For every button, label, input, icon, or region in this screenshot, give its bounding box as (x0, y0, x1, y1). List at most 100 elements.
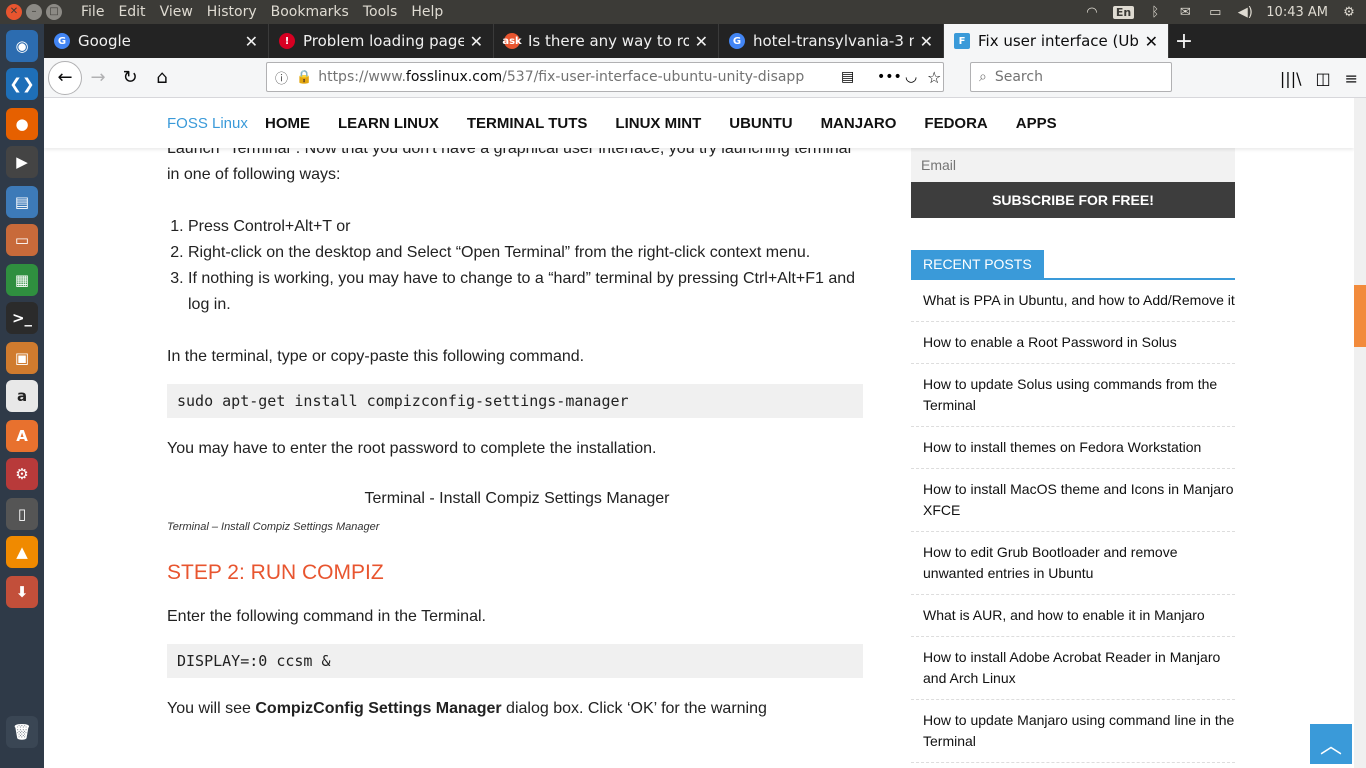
email-field[interactable] (911, 148, 1235, 182)
reader-view-icon[interactable]: ▤ (841, 69, 854, 85)
forward-button[interactable]: → (82, 62, 114, 94)
vlc-icon[interactable]: ▲ (6, 536, 38, 568)
nav-fedora[interactable]: FEDORA (924, 115, 987, 132)
bookmark-star-icon[interactable]: ☆ (927, 68, 941, 87)
vscode-icon[interactable]: ❮❯ (6, 68, 38, 100)
menu-file[interactable]: File (74, 4, 111, 20)
volume-icon[interactable]: ◀) (1236, 5, 1254, 20)
back-button[interactable]: ← (48, 60, 82, 95)
installer-icon[interactable]: ⬇ (6, 576, 38, 608)
nav-learn-linux[interactable]: LEARN LINUX (338, 115, 439, 132)
system-settings-icon[interactable]: ⚙ (6, 458, 38, 490)
site-menu: HOME LEARN LINUX TERMINAL TUTS LINUX MIN… (265, 115, 1057, 132)
keyboard-layout-indicator[interactable]: En (1112, 5, 1135, 19)
close-tab-icon[interactable]: ✕ (695, 32, 708, 51)
info-icon[interactable]: ⓘ (275, 68, 288, 87)
tab-hotel-transylvania[interactable]: G hotel-transylvania-3 net ✕ (719, 24, 944, 58)
fosslinux-icon: F (954, 33, 970, 49)
subscribe-button[interactable]: SUBSCRIBE FOR FREE! (911, 182, 1235, 218)
dash-icon[interactable]: ◉ (6, 30, 38, 62)
recent-post-link[interactable]: How to install themes on Fedora Workstat… (911, 427, 1235, 469)
close-tab-icon[interactable]: ✕ (470, 32, 483, 51)
url-text[interactable]: https://www.fosslinux.com/537/fix-user-i… (318, 69, 828, 85)
maximize-window-icon[interactable]: □ (46, 4, 62, 20)
tab-fix-user-interface[interactable]: F Fix user interface (Ubunt ✕ (944, 24, 1169, 58)
presentation-icon[interactable]: ▣ (6, 342, 38, 374)
close-tab-icon[interactable]: ✕ (245, 32, 258, 51)
pocket-icon[interactable]: ◡ (905, 69, 917, 85)
step2-paragraph: Enter the following command in the Termi… (167, 608, 486, 625)
close-tab-icon[interactable]: ✕ (920, 32, 933, 51)
recent-post-link[interactable]: How to install Adobe Acrobat Reader in M… (911, 637, 1235, 700)
nav-apps[interactable]: APPS (1016, 115, 1057, 132)
menu-history[interactable]: History (200, 4, 264, 20)
site-logo[interactable]: FOSS Linux (167, 115, 248, 132)
search-bar[interactable]: ⌕ Search (970, 62, 1172, 92)
terminal-paragraph: In the terminal, type or copy-paste this… (167, 348, 585, 365)
bluetooth-icon[interactable]: ᛒ (1146, 5, 1164, 20)
mail-icon[interactable]: ✉ (1176, 5, 1194, 20)
scrollbar-thumb[interactable] (1354, 285, 1366, 347)
recent-posts-header: RECENT POSTS (911, 250, 1235, 280)
page-actions-icon[interactable]: ••• (877, 69, 902, 85)
trash-icon[interactable]: 🗑 (6, 716, 38, 748)
unity-launcher: ◉ ❮❯ ● ▶ ▤ ▭ ▦ >_ ▣ a A ⚙ ▯ ▲ ⬇ 🗑 (0, 24, 44, 768)
recent-posts-list: What is PPA in Ubuntu, and how to Add/Re… (911, 280, 1235, 763)
recent-post-link[interactable]: What is AUR, and how to enable it in Man… (911, 595, 1235, 637)
power-gear-icon[interactable]: ⚙ (1340, 5, 1358, 20)
video-editor-icon[interactable]: ▶ (6, 146, 38, 178)
menu-bookmarks[interactable]: Bookmarks (264, 4, 356, 20)
menu-edit[interactable]: Edit (111, 4, 152, 20)
recent-post-link[interactable]: How to edit Grub Bootloader and remove u… (911, 532, 1235, 595)
final-paragraph: You will see CompizConfig Settings Manag… (167, 700, 767, 717)
nav-linux-mint[interactable]: LINUX MINT (615, 115, 701, 132)
document-viewer-icon[interactable]: ▤ (6, 186, 38, 218)
software-center-icon[interactable]: A (6, 420, 38, 452)
nav-terminal-tuts[interactable]: TERMINAL TUTS (467, 115, 588, 132)
toolbar-right: |||\ ◫ ≡ (1280, 62, 1358, 94)
terminal-icon[interactable]: >_ (6, 302, 38, 334)
nav-home[interactable]: HOME (265, 115, 310, 132)
nav-manjaro[interactable]: MANJARO (821, 115, 897, 132)
tab-google[interactable]: G Google ✕ (44, 24, 269, 58)
page-scrollbar[interactable] (1354, 98, 1366, 768)
code-block[interactable]: DISPLAY=:0 ccsm & (167, 644, 863, 678)
spreadsheet-icon[interactable]: ▦ (6, 264, 38, 296)
system-indicators: ◠ En ᛒ ✉ ▭ ◀) 10:43 AM ⚙ (1083, 0, 1358, 24)
new-tab-button[interactable]: + (1169, 24, 1199, 58)
google-icon: G (54, 33, 70, 49)
file-manager-icon[interactable]: ▭ (6, 224, 38, 256)
recent-post-link[interactable]: How to install MacOS theme and Icons in … (911, 469, 1235, 532)
firefox-icon[interactable]: ● (6, 108, 38, 140)
phone-icon[interactable]: ▯ (6, 498, 38, 530)
recent-post-link[interactable]: What is PPA in Ubuntu, and how to Add/Re… (911, 280, 1235, 322)
clock[interactable]: 10:43 AM (1266, 5, 1328, 20)
menu-view[interactable]: View (153, 4, 200, 20)
amazon-icon[interactable]: a (6, 380, 38, 412)
library-icon[interactable]: |||\ (1280, 69, 1302, 88)
recent-post-link[interactable]: How to enable a Root Password in Solus (911, 322, 1235, 364)
tab-askubuntu[interactable]: ask Is there any way to roll b ✕ (494, 24, 719, 58)
reload-button[interactable]: ↻ (114, 62, 146, 94)
battery-icon[interactable]: ▭ (1206, 5, 1224, 20)
minimize-window-icon[interactable]: – (26, 4, 42, 20)
code-block[interactable]: sudo apt-get install compizconfig-settin… (167, 384, 863, 418)
url-bar[interactable]: ⓘ 🔒 https://www.fosslinux.com/537/fix-us… (266, 62, 944, 92)
recent-post-link[interactable]: How to update Manjaro using command line… (911, 700, 1235, 763)
tab-title: Is there any way to roll b (528, 32, 689, 50)
menu-tools[interactable]: Tools (356, 4, 405, 20)
back-to-top-button[interactable]: ︿ (1310, 724, 1352, 764)
recent-post-link[interactable]: How to update Solus using commands from … (911, 364, 1235, 427)
close-tab-icon[interactable]: ✕ (1145, 32, 1158, 51)
window-controls: ✕ – □ (6, 4, 62, 20)
app-menubar: File Edit View History Bookmarks Tools H… (74, 4, 450, 20)
nav-ubuntu[interactable]: UBUNTU (729, 115, 792, 132)
tab-bar: G Google ✕ ! Problem loading page ✕ ask … (44, 24, 1366, 58)
menu-help[interactable]: Help (404, 4, 450, 20)
hamburger-menu-icon[interactable]: ≡ (1345, 69, 1358, 88)
wifi-icon[interactable]: ◠ (1083, 5, 1101, 20)
home-button[interactable]: ⌂ (146, 62, 178, 94)
close-window-icon[interactable]: ✕ (6, 4, 22, 20)
sidebar-icon[interactable]: ◫ (1315, 69, 1330, 88)
tab-problem-loading[interactable]: ! Problem loading page ✕ (269, 24, 494, 58)
